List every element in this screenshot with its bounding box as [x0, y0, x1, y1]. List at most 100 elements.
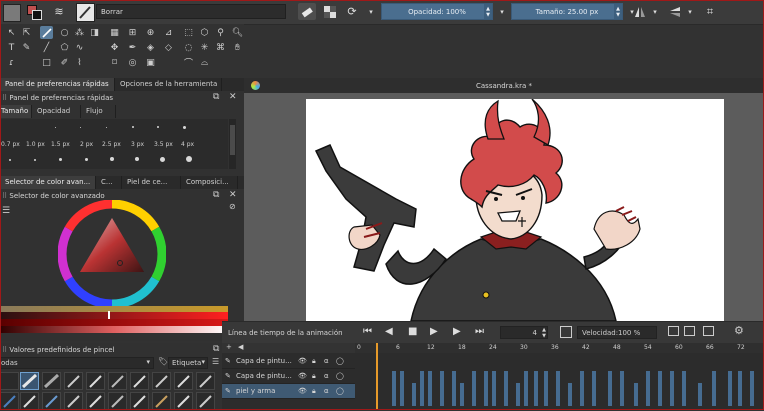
- brush-preset-tile[interactable]: [152, 392, 171, 410]
- keyframe-cell[interactable]: [428, 371, 432, 406]
- fg-bg-color-icon[interactable]: [25, 3, 42, 20]
- float-panel-icon[interactable]: ⧉: [213, 92, 219, 102]
- size-dot[interactable]: [9, 159, 11, 161]
- size-dot[interactable]: [110, 157, 114, 161]
- size-label[interactable]: 4 px: [181, 141, 194, 148]
- audio-icon[interactable]: [684, 326, 695, 336]
- zoom-timeline-icon[interactable]: ⚙: [734, 324, 744, 337]
- keyframe-cell[interactable]: [484, 371, 488, 406]
- mirror-v-dropdown-icon[interactable]: ▾: [686, 3, 694, 20]
- keyframe-cell[interactable]: [412, 383, 416, 406]
- polygon-select-icon[interactable]: ⬡: [198, 26, 211, 39]
- freehand-select-icon[interactable]: ⌒: [182, 56, 195, 69]
- freehand-path-icon[interactable]: ɾ: [5, 56, 18, 69]
- colorize-mask-icon[interactable]: ◎: [126, 56, 139, 69]
- size-slider[interactable]: Tamaño: 25.00 px ▲ ▼: [511, 3, 623, 20]
- playhead[interactable]: [376, 343, 378, 410]
- tag-select[interactable]: Etiqueta ▾: [168, 357, 208, 369]
- size-dot[interactable]: [85, 158, 88, 161]
- keyframe-cell[interactable]: [420, 371, 424, 406]
- brush-preset-tile[interactable]: [42, 392, 61, 410]
- tab-opacity[interactable]: Opacidad: [32, 105, 81, 118]
- lock-icon[interactable]: 🔒︎: [312, 354, 316, 368]
- size-dot[interactable]: [59, 158, 62, 161]
- keyframe-cell[interactable]: [698, 383, 702, 406]
- gradient-settings-icon[interactable]: ≋: [51, 3, 67, 20]
- brush-preset-thumbnail[interactable]: [76, 3, 95, 22]
- enclose-fill-icon[interactable]: ▣: [144, 56, 157, 69]
- size-dot[interactable]: [186, 156, 192, 162]
- play-button[interactable]: ▶: [430, 326, 438, 337]
- float-panel-icon[interactable]: ⧉: [213, 190, 219, 200]
- size-label[interactable]: 2 px: [80, 141, 93, 148]
- size-label[interactable]: 1.0 px: [26, 141, 45, 148]
- size-dot[interactable]: [132, 126, 134, 128]
- brush-preset-tile[interactable]: [20, 372, 39, 390]
- brush-preset-tile[interactable]: [152, 372, 171, 390]
- size-dot[interactable]: [157, 126, 159, 128]
- blend-mode-dropdown-icon[interactable]: ▾: [366, 3, 376, 20]
- lock-icon[interactable]: 🔒︎: [312, 384, 316, 398]
- size-dot[interactable]: [55, 127, 56, 128]
- size-dot[interactable]: [106, 127, 107, 128]
- keyframe-cell[interactable]: [670, 371, 674, 406]
- timeline-layer-row-selected[interactable]: ✎ piel y arma 👁︎ 🔒︎ α ◯: [222, 384, 355, 399]
- foreground-color-swatch[interactable]: [3, 4, 21, 22]
- bezier-tool-icon[interactable]: ✐: [58, 56, 71, 69]
- float-panel-icon[interactable]: ⧉: [213, 344, 219, 354]
- brush-preset-tile[interactable]: [86, 372, 105, 390]
- mirror-horizontal-icon[interactable]: [633, 3, 647, 20]
- rect-select-icon[interactable]: ⬚: [182, 26, 195, 39]
- line-tool-icon[interactable]: ╱: [40, 41, 53, 54]
- alpha-icon[interactable]: α: [324, 384, 329, 398]
- ellipse-tool-icon[interactable]: ○: [58, 26, 71, 39]
- keyframe-cell[interactable]: [592, 371, 596, 406]
- size-label[interactable]: 3.5 px: [154, 141, 173, 148]
- size-label[interactable]: 3 px: [131, 141, 144, 148]
- keyframe-cell[interactable]: [460, 383, 464, 406]
- size-dot[interactable]: [160, 157, 165, 162]
- brush-preset-tile[interactable]: [196, 372, 215, 390]
- lightness-slider[interactable]: [0, 326, 228, 333]
- eraser-mode-icon[interactable]: [298, 3, 316, 20]
- magic-wand-icon[interactable]: ✳: [198, 41, 211, 54]
- keyframe-cell[interactable]: [634, 383, 638, 406]
- move-tool-icon[interactable]: ✥: [108, 41, 121, 54]
- size-label[interactable]: 2.5 px: [102, 141, 121, 148]
- keyframe-cell[interactable]: [516, 383, 520, 406]
- alpha-icon[interactable]: α: [324, 354, 329, 368]
- close-panel-icon[interactable]: ✕: [229, 92, 237, 102]
- multibrush-icon[interactable]: ⁂: [73, 26, 86, 39]
- path-tool-icon[interactable]: ⌇: [73, 56, 86, 69]
- keyframe-cell[interactable]: [544, 371, 548, 406]
- lock-icon[interactable]: 🔒︎: [312, 369, 316, 383]
- brush-preset-tile[interactable]: [0, 392, 19, 410]
- prev-frame-button[interactable]: ◀: [385, 326, 393, 337]
- tab-composition[interactable]: Composici...: [181, 176, 238, 189]
- value-slider[interactable]: [0, 311, 228, 320]
- keyframe-cell[interactable]: [658, 371, 662, 406]
- frame-spinbox[interactable]: 4 ▲ ▼: [500, 326, 548, 339]
- dynamic-brush-icon[interactable]: ∿: [73, 41, 86, 54]
- last-frame-button[interactable]: ⏭: [475, 326, 484, 337]
- mirror-h-dropdown-icon[interactable]: ▾: [651, 3, 659, 20]
- wrap-around-icon[interactable]: ⌗: [703, 3, 717, 20]
- saturation-slider[interactable]: [0, 319, 228, 326]
- keyframe-cell[interactable]: [750, 371, 754, 406]
- opacity-spin-arrows[interactable]: ▲ ▼: [484, 4, 492, 19]
- settings-icon[interactable]: [703, 326, 714, 336]
- brush-preset-tile[interactable]: [42, 372, 61, 390]
- reference-tool-icon[interactable]: ◇: [162, 41, 175, 54]
- edit-shapes-icon[interactable]: ⇱: [20, 26, 33, 39]
- size-dot[interactable]: [135, 157, 139, 161]
- size-dot[interactable]: [80, 127, 81, 128]
- select-shapes-icon[interactable]: ↖: [5, 26, 18, 39]
- tab-flow[interactable]: Flujo: [81, 105, 116, 118]
- hue-ring-triangle[interactable]: [58, 200, 166, 308]
- opacity-options-icon[interactable]: ▾: [497, 3, 507, 20]
- crop-grid-icon[interactable]: ⊞: [126, 26, 139, 39]
- keyframe-cell[interactable]: [580, 371, 584, 406]
- visibility-eye-icon[interactable]: 👁︎: [298, 354, 307, 368]
- onion-icon[interactable]: ◯: [336, 354, 344, 368]
- mirror-vertical-icon[interactable]: [668, 3, 682, 20]
